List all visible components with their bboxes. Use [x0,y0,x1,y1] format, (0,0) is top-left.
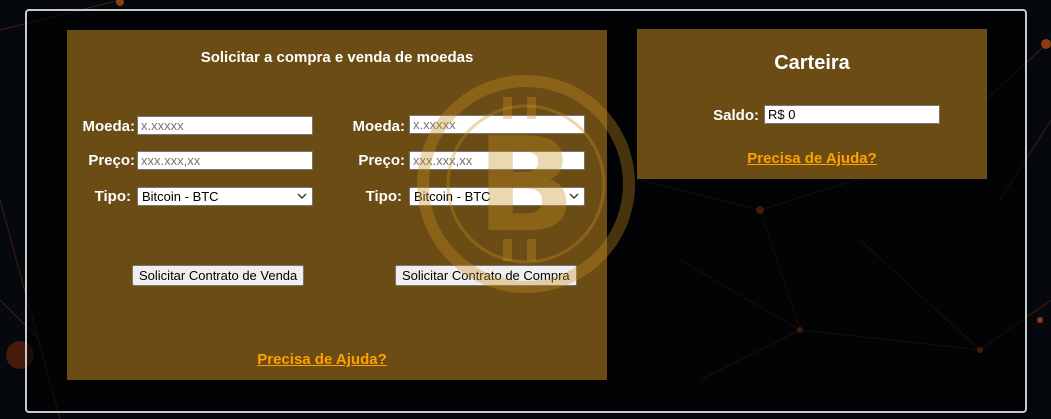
sell-preco-label: Preço: [88,152,135,169]
wallet-panel: Carteira Saldo: R$ 0 Precisa de Ajuda? [637,29,987,179]
chevron-down-icon [569,193,579,199]
buy-tipo-select[interactable]: Bitcoin - BTC [409,187,585,206]
sell-tipo-selected: Bitcoin - BTC [142,189,219,204]
trade-help-link[interactable]: Precisa de Ajuda? [67,351,577,368]
trade-request-panel: Solicitar a compra e venda de moedas Moe… [67,30,607,380]
request-buy-contract-button[interactable]: Solicitar Contrato de Compra [395,265,577,286]
sell-moeda-input[interactable] [137,116,313,135]
sell-tipo-label: Tipo: [94,188,131,205]
trade-request-title: Solicitar a compra e venda de moedas [200,49,474,66]
sell-tipo-select[interactable]: Bitcoin - BTC [137,187,313,206]
chevron-down-icon [297,193,307,199]
buy-preco-input[interactable] [409,151,585,170]
saldo-value-field: R$ 0 [764,105,940,124]
buy-preco-label: Preço: [358,152,405,169]
buy-moeda-label: Moeda: [352,118,406,135]
wallet-title: Carteira [774,52,850,74]
buy-moeda-input[interactable] [409,115,585,134]
saldo-label: Saldo: [713,107,759,124]
sell-preco-input[interactable] [137,151,313,170]
buy-tipo-selected: Bitcoin - BTC [414,189,491,204]
sell-moeda-label: Moeda: [82,118,136,135]
wallet-help-link[interactable]: Precisa de Ajuda? [637,150,987,167]
request-sell-contract-button[interactable]: Solicitar Contrato de Venda [132,265,305,286]
buy-tipo-label: Tipo: [365,188,402,205]
